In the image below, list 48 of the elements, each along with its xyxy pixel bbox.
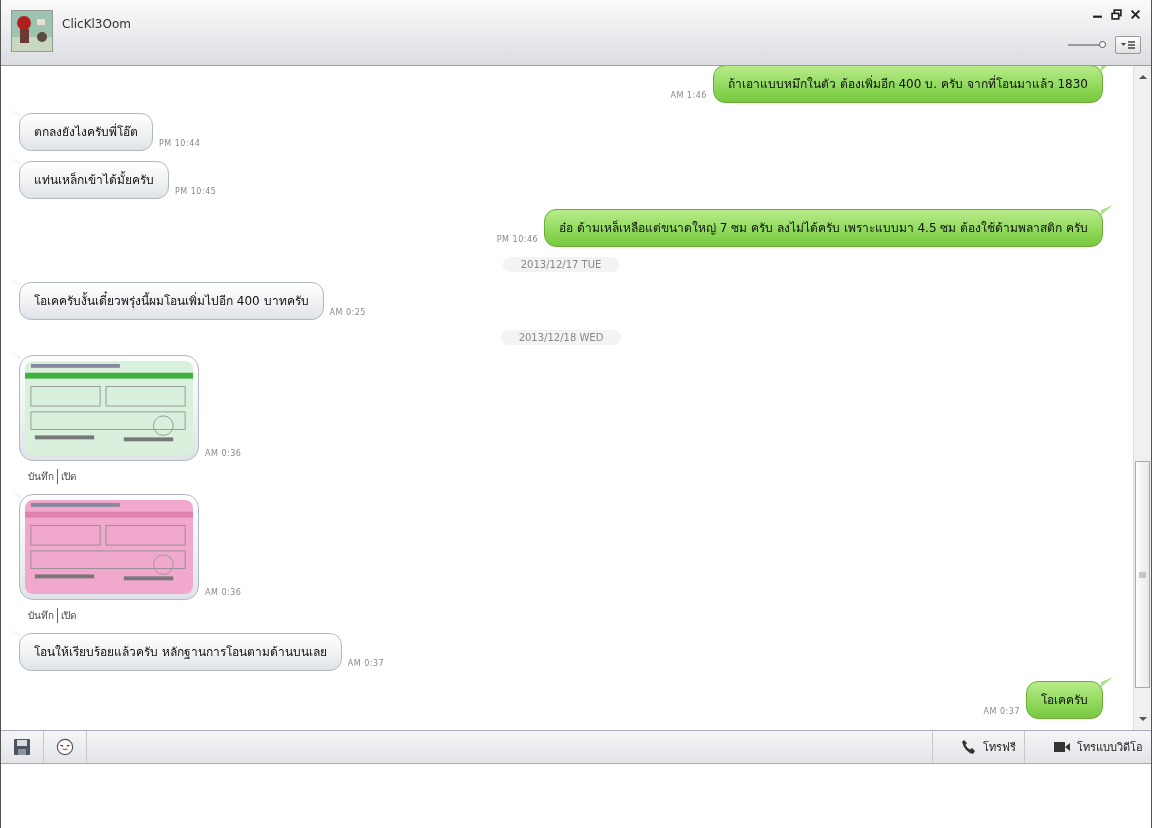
message-bubble: ตกลงยังไงครับพี่โอ๊ต <box>19 113 153 151</box>
bubble-tail <box>1101 677 1113 687</box>
message-bubble: โอนให้เรียบร้อยแล้วครับ หลักฐานการโอนตามด้านบนเลย <box>19 633 342 671</box>
phone-icon <box>961 739 977 755</box>
message-time: AM 0:36 <box>205 449 242 458</box>
bubble-tail <box>9 490 21 500</box>
message-time: PM 10:46 <box>496 235 539 244</box>
message-time: AM 1:46 <box>670 91 707 100</box>
scroll-down-icon[interactable] <box>1138 716 1147 722</box>
save-icon[interactable] <box>13 738 31 756</box>
image-action-link[interactable]: เปิด <box>57 608 79 623</box>
video-call-button[interactable]: โทรแบบวิดีโอ <box>1024 731 1151 763</box>
contact-name: ClicKl3Oom <box>62 17 131 31</box>
message-time: PM 10:44 <box>159 139 201 148</box>
bubble-tail <box>9 109 21 119</box>
close-icon[interactable] <box>1130 9 1141 20</box>
message-bubble: ถ้าเอาแบบหมึกในตัว ต้องเพิ่มอีก 400 บ. ครับ จากที่โอนมาแล้ว 1830 <box>712 66 1103 103</box>
menu-button[interactable] <box>1115 36 1141 54</box>
bubble-tail <box>9 278 21 288</box>
image-action-link[interactable]: บันทึก <box>25 608 57 623</box>
message-bubble: โอเคครับงั้นเดี๋ยวพรุ่งนี้ผมโอนเพิ่มไปอีก 400 บาทครับ <box>19 282 324 320</box>
image-bubble[interactable] <box>19 494 199 600</box>
message-time: AM 0:37 <box>983 707 1020 716</box>
bubble-tail <box>9 157 21 167</box>
message-time: AM 0:25 <box>329 308 366 317</box>
bubble-tail <box>1101 205 1113 215</box>
image-action-link[interactable]: บันทึก <box>25 469 57 484</box>
restore-icon[interactable] <box>1111 9 1122 20</box>
message-time: AM 0:36 <box>205 588 242 597</box>
scroll-thumb[interactable] <box>1135 461 1150 688</box>
video-camera-icon <box>1053 740 1071 754</box>
menu-icon <box>1120 40 1136 50</box>
emoticon-icon[interactable] <box>56 738 74 756</box>
message-time: AM 0:37 <box>347 659 385 668</box>
date-divider: 2013/12/17 TUE <box>502 257 620 272</box>
message-bubble: แท่นเหล็กเข้าได้มั้ยครับ <box>19 161 169 199</box>
scroll-up-icon[interactable] <box>1138 74 1147 80</box>
image-bubble[interactable] <box>19 355 199 461</box>
scrollbar[interactable] <box>1133 66 1151 730</box>
free-call-button[interactable]: โทรฟรี <box>932 731 1024 763</box>
message-bubble: อ๋อ ด้ามเหล็เหลือแต่ขนาดใหญ่ 7 ซม ครับ ลงไม่ได้ครับ เพราะแบบมา 4.5 ซม ต้องใช้ด้ามพลาสติก ครับ <box>544 209 1103 247</box>
image-action-link[interactable]: เปิด <box>57 469 79 484</box>
date-divider: 2013/12/18 WED <box>500 330 622 345</box>
zoom-slider[interactable] <box>1068 40 1106 50</box>
message-bubble: โอเคครับ <box>1026 681 1103 719</box>
bubble-tail <box>9 629 21 639</box>
message-time: PM 10:45 <box>175 187 217 196</box>
bubble-tail <box>9 351 21 361</box>
